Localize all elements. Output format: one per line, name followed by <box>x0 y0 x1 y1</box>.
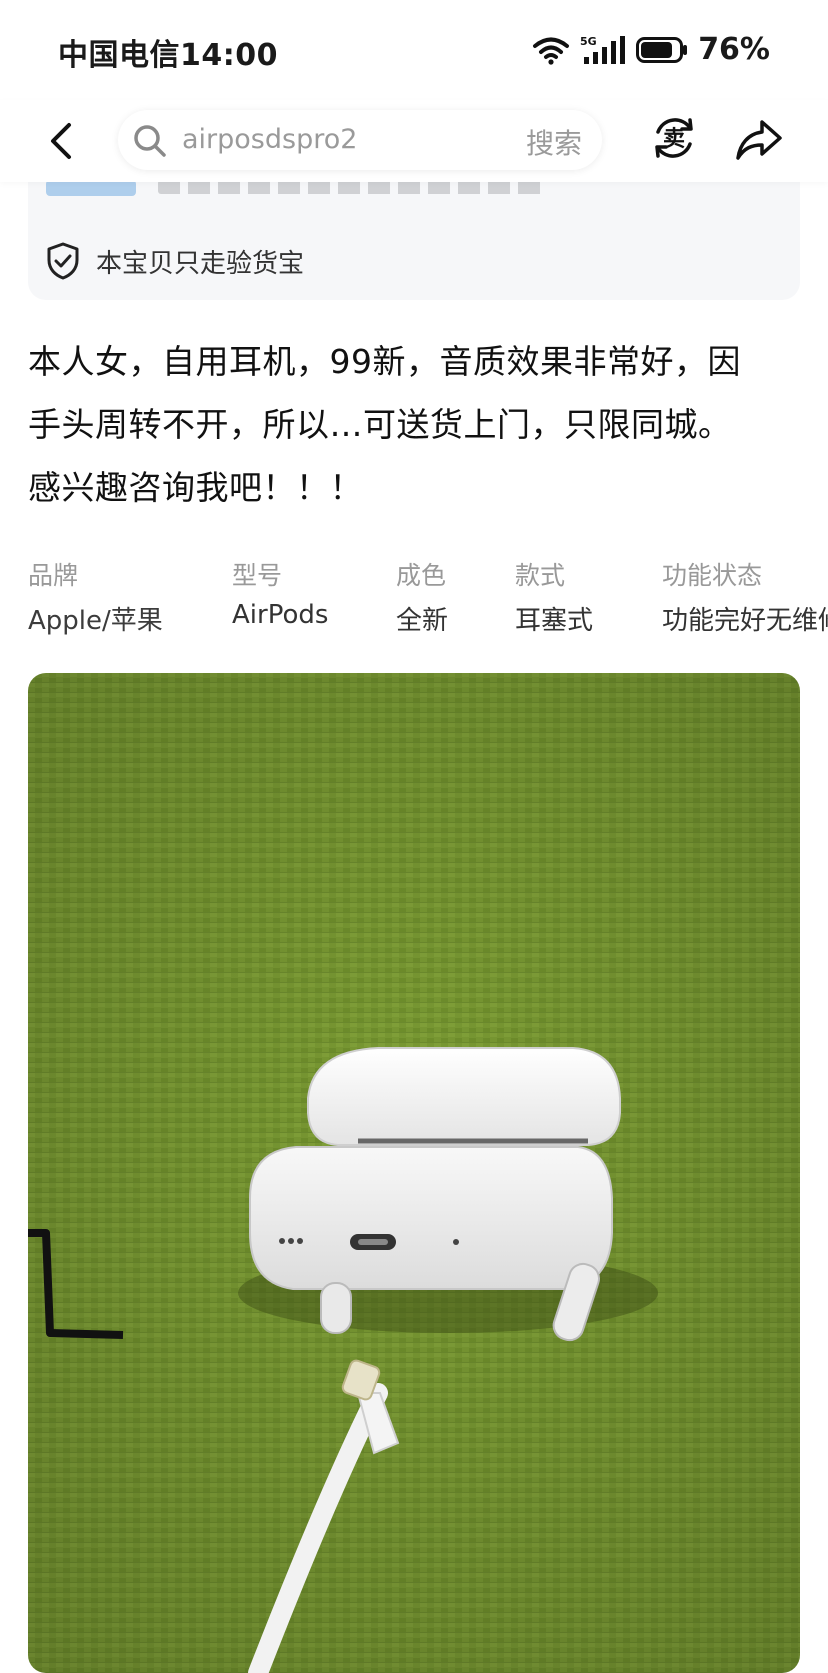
attribute-value: 全新 <box>396 606 449 636</box>
description-line: 手头周转不开，所以…可送货上门，只限同城。 <box>28 405 732 444</box>
carrier-time: 中国电信14:00 <box>58 38 278 73</box>
hidden-badge <box>46 180 136 196</box>
description-line: 本人女，自用耳机，99新，音质效果非常好，因 <box>28 342 741 381</box>
verification-row[interactable]: 本宝贝只走验货宝 <box>46 242 304 280</box>
attribute-value: 耳塞式 <box>515 606 594 636</box>
attribute-style: 款式 耳塞式 <box>515 556 593 636</box>
item-description: 本人女，自用耳机，99新，音质效果非常好，因 手头周转不开，所以…可送货上门，只… <box>28 330 803 519</box>
attribute-label: 品牌 <box>28 561 79 590</box>
attribute-function: 功能状态 功能完好无维修 <box>662 556 828 636</box>
product-photo[interactable] <box>28 673 800 1673</box>
hidden-text-line <box>158 180 548 194</box>
attribute-condition: 成色 全新 <box>396 556 448 636</box>
share-icon <box>736 120 782 160</box>
attribute-label: 型号 <box>232 561 283 590</box>
shield-check-icon <box>47 242 79 280</box>
sell-icon: 卖 <box>655 118 693 158</box>
svg-text:5G: 5G <box>580 35 597 48</box>
attribute-value[interactable]: Apple/苹果 <box>28 600 163 636</box>
search-input[interactable]: airposdspro2 搜索 <box>118 110 602 170</box>
sell-button[interactable]: 卖 <box>650 114 698 162</box>
description-line: 感兴趣咨询我吧！！！ <box>28 468 363 507</box>
attribute-label: 成色 <box>396 561 447 590</box>
chevron-left-icon <box>51 123 71 159</box>
attribute-label: 款式 <box>515 561 566 590</box>
wifi-icon <box>533 37 570 65</box>
attribute-value: AirPods <box>232 600 329 630</box>
search-icon <box>134 125 166 157</box>
back-button[interactable] <box>36 116 86 166</box>
share-button[interactable] <box>734 114 784 164</box>
search-button[interactable]: 搜索 <box>526 122 582 162</box>
battery-icon <box>636 36 688 63</box>
attribute-model: 型号 AirPods <box>232 556 328 630</box>
search-header: airposdspro2 搜索 卖 <box>0 100 828 182</box>
airpods-photo <box>28 673 800 1673</box>
battery-percent: 76% <box>698 32 770 67</box>
attribute-value: 功能完好无维修 <box>662 606 828 636</box>
cellular-signal-icon: 5G <box>580 35 626 64</box>
item-attributes: 品牌 Apple/苹果 型号 AirPods 成色 全新 款式 耳塞式 功能状态… <box>28 556 828 636</box>
attribute-label: 功能状态 <box>662 561 763 590</box>
search-query: airposdspro2 <box>182 124 358 155</box>
attribute-brand: 品牌 Apple/苹果 <box>28 556 163 636</box>
verification-text: 本宝贝只走验货宝 <box>96 248 305 279</box>
sell-label: 卖 <box>663 126 685 152</box>
status-icons: 5G 76% <box>532 32 770 67</box>
status-bar: 中国电信14:00 5G 76% <box>0 0 828 100</box>
